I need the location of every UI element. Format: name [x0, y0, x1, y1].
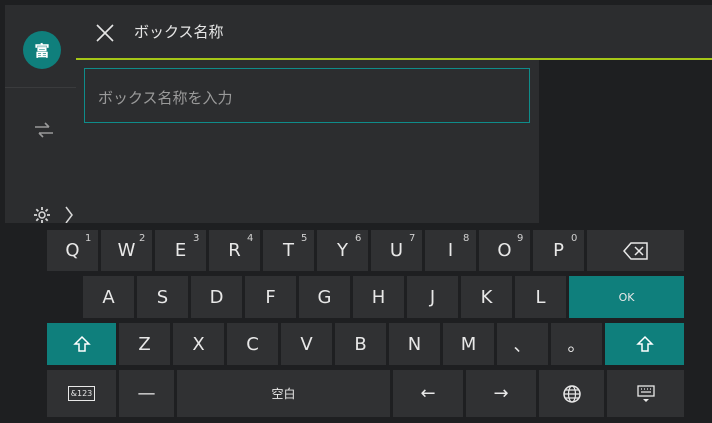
right-arrow-key[interactable]: →	[466, 370, 536, 417]
key-q[interactable]: Q1	[47, 230, 98, 271]
key-g[interactable]: G	[299, 276, 350, 318]
key-number: 5	[301, 233, 308, 244]
key-j[interactable]: J	[407, 276, 458, 318]
key-s[interactable]: S	[137, 276, 188, 318]
key-l[interactable]: L	[515, 276, 566, 318]
key-b[interactable]: B	[335, 323, 386, 365]
sidebar-divider	[5, 87, 76, 88]
key-number: 9	[517, 233, 524, 244]
user-avatar[interactable]: 富	[23, 31, 61, 69]
mode-switch-label: &123	[67, 386, 96, 401]
key-number: 7	[409, 233, 416, 244]
backspace-icon	[622, 241, 648, 260]
chevron-right-icon[interactable]	[64, 205, 74, 225]
key-p[interactable]: P0	[533, 230, 584, 271]
close-icon[interactable]	[95, 23, 115, 43]
mode-switch-key[interactable]: &123	[47, 370, 116, 417]
onscreen-keyboard: Q1 W2 E3 R4 T5 Y6 U7 I8 O9 P0 A S D F G …	[0, 223, 712, 423]
language-key[interactable]	[539, 370, 604, 417]
key-label: O	[497, 240, 512, 261]
hide-keyboard-key[interactable]	[607, 370, 684, 417]
key-i[interactable]: I8	[425, 230, 476, 271]
key-period[interactable]: 。	[551, 323, 602, 365]
page-title: ボックス名称	[134, 23, 224, 41]
globe-icon	[562, 384, 581, 403]
keyboard-hide-icon	[636, 384, 655, 402]
left-arrow-key[interactable]: ←	[393, 370, 463, 417]
shift-icon	[72, 335, 91, 352]
key-label: P	[553, 240, 564, 261]
key-r[interactable]: R4	[209, 230, 260, 271]
key-t[interactable]: T5	[263, 230, 314, 271]
box-name-input[interactable]: ボックス名称を入力	[84, 68, 530, 123]
key-label: U	[389, 240, 404, 261]
key-number: 8	[463, 233, 470, 244]
key-number: 2	[139, 233, 146, 244]
backspace-key[interactable]	[587, 230, 684, 271]
key-comma[interactable]: 、	[497, 323, 548, 365]
key-v[interactable]: V	[281, 323, 332, 365]
key-k[interactable]: K	[461, 276, 512, 318]
content-right	[539, 60, 712, 223]
shift-icon	[635, 335, 654, 352]
key-w[interactable]: W2	[101, 230, 152, 271]
key-label: Q	[65, 240, 80, 261]
key-f[interactable]: F	[245, 276, 296, 318]
key-number: 4	[247, 233, 254, 244]
key-number: 0	[571, 233, 578, 244]
key-d[interactable]: D	[191, 276, 242, 318]
dash-key[interactable]: —	[119, 370, 174, 417]
space-key[interactable]: 空白	[177, 370, 390, 417]
key-u[interactable]: U7	[371, 230, 422, 271]
key-a[interactable]: A	[83, 276, 134, 318]
key-x[interactable]: X	[173, 323, 224, 365]
sidebar: 富	[5, 5, 76, 225]
key-number: 1	[85, 233, 92, 244]
ok-button[interactable]: OK	[569, 276, 684, 318]
key-label: I	[447, 240, 454, 261]
key-number: 6	[355, 233, 362, 244]
key-number: 3	[193, 233, 200, 244]
shift-left-key[interactable]	[47, 323, 116, 365]
key-m[interactable]: M	[443, 323, 494, 365]
shift-right-key[interactable]	[605, 323, 684, 365]
key-label: Y	[337, 240, 348, 261]
key-label: W	[117, 240, 136, 261]
key-o[interactable]: O9	[479, 230, 530, 271]
gear-icon[interactable]	[32, 205, 52, 225]
key-c[interactable]: C	[227, 323, 278, 365]
key-label: T	[283, 240, 294, 261]
key-e[interactable]: E3	[155, 230, 206, 271]
key-label: R	[228, 240, 241, 261]
header-bar: ボックス名称	[76, 5, 712, 60]
swap-icon[interactable]	[33, 119, 55, 141]
key-y[interactable]: Y6	[317, 230, 368, 271]
key-z[interactable]: Z	[119, 323, 170, 365]
key-h[interactable]: H	[353, 276, 404, 318]
key-label: E	[174, 240, 187, 261]
key-n[interactable]: N	[389, 323, 440, 365]
